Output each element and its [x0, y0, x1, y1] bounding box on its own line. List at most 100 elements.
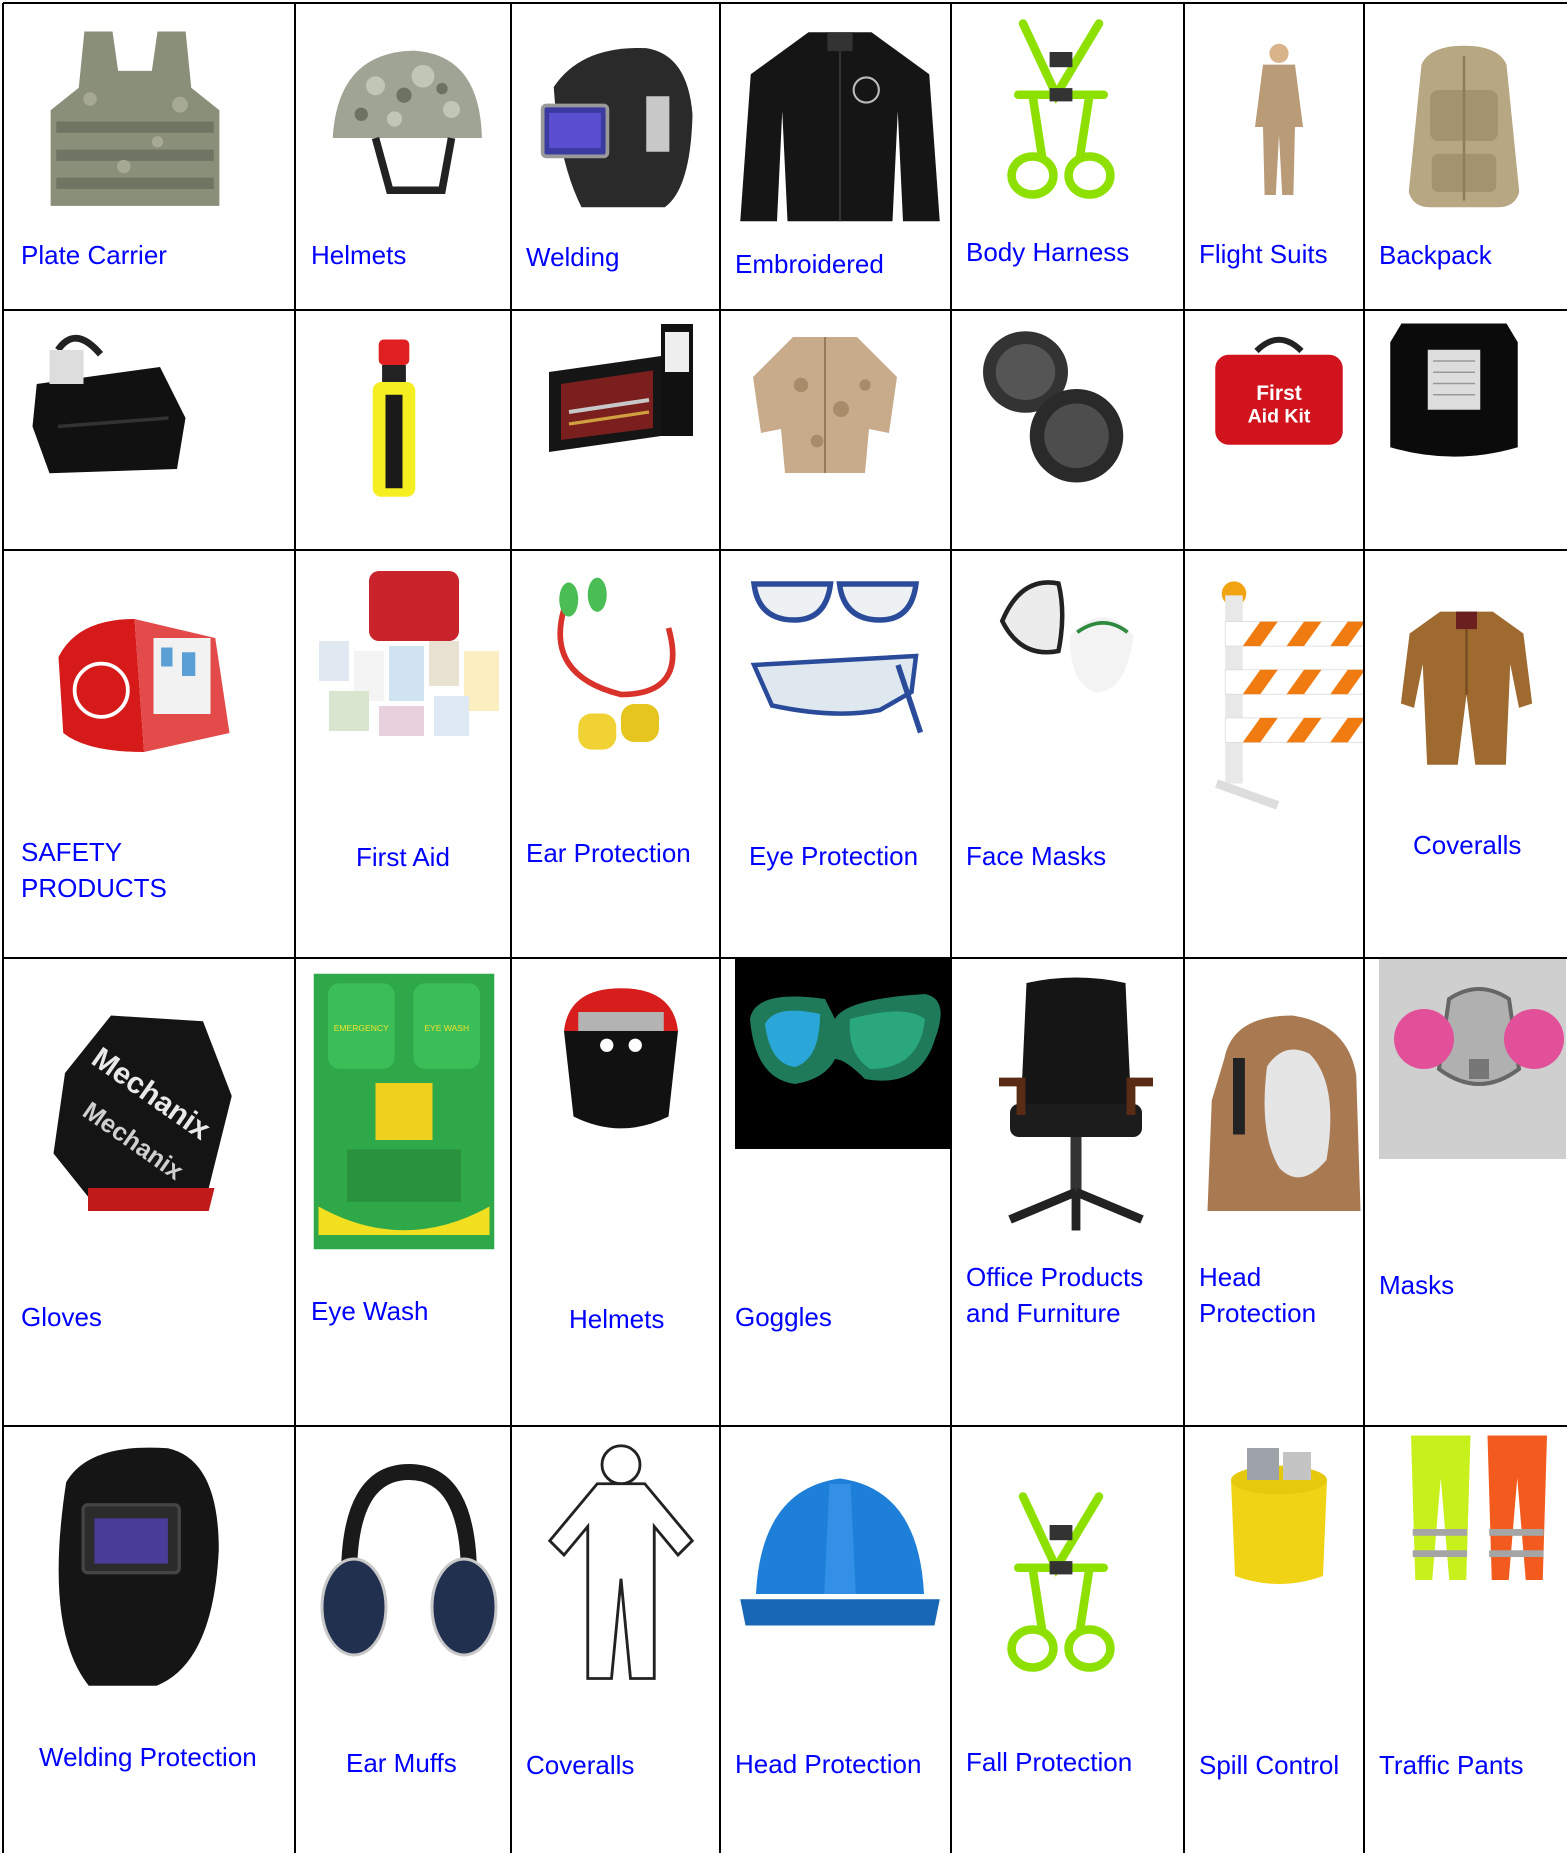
product-link[interactable]: Welding Protection	[39, 1739, 257, 1775]
knee-pads-icon[interactable]	[966, 316, 1136, 496]
armor-plate-icon[interactable]	[1379, 316, 1529, 466]
backpack-icon[interactable]	[1379, 9, 1549, 239]
product-link[interactable]: Uniforms	[735, 546, 839, 549]
product-link[interactable]: Coveralls	[1413, 827, 1521, 863]
emergency-bag-icon[interactable]	[19, 581, 269, 771]
product-tile[interactable]: Face Masks	[952, 551, 1183, 957]
product-link[interactable]: Head Protection	[735, 1746, 921, 1782]
product-tile[interactable]: First Aid KitFirst Aid Kit	[1185, 311, 1363, 549]
uniform-shirt-icon[interactable]	[735, 321, 915, 481]
product-link[interactable]: Knee Support	[966, 547, 1125, 549]
product-tile[interactable]: Fall Protection	[952, 1427, 1183, 1852]
product-tile[interactable]	[1185, 551, 1363, 957]
mirrored-goggles-icon[interactable]	[735, 959, 950, 1149]
first-aid-kit-icon[interactable]: First Aid Kit	[1199, 321, 1359, 471]
product-link[interactable]: Head Protection	[1199, 1259, 1339, 1331]
hi-vis-pants-icon[interactable]	[1379, 1427, 1566, 1597]
product-link[interactable]: Helmets	[569, 1301, 664, 1337]
ear-muffs-icon[interactable]	[309, 1432, 509, 1682]
product-tile[interactable]: Eye Protection	[721, 551, 950, 957]
product-link[interactable]: Eye Wash	[311, 1293, 429, 1329]
product-link[interactable]: Body Harness	[966, 234, 1129, 270]
product-tile[interactable]: Welding	[512, 4, 719, 309]
product-link[interactable]: Pepper Spray	[311, 544, 470, 549]
product-tile[interactable]: Backpack	[1365, 4, 1566, 309]
product-tile[interactable]: Gun Cleaning	[512, 311, 719, 549]
respirator-icon[interactable]	[1379, 959, 1566, 1159]
product-tile[interactable]: Knee Support	[952, 311, 1183, 549]
product-tile[interactable]: Embroidered	[721, 4, 950, 309]
product-tile[interactable]: Armor Plate	[1365, 311, 1566, 549]
insulated-coveralls-icon[interactable]	[1379, 561, 1554, 811]
product-tile[interactable]: Pepper Spray	[296, 311, 510, 549]
mechanix-gloves-icon[interactable]: Mechanix Mechanix	[19, 969, 249, 1269]
product-tile[interactable]: Gear Bags	[4, 311, 294, 549]
flight-suit-icon[interactable]	[1199, 9, 1359, 229]
product-link[interactable]: Spill Control	[1199, 1747, 1339, 1783]
body-harness-icon[interactable]	[966, 9, 1156, 209]
dust-mask-icon[interactable]	[966, 561, 1166, 711]
first-aid-supplies-icon[interactable]	[309, 561, 509, 761]
product-tile[interactable]: Helmets	[296, 4, 510, 309]
product-link[interactable]: Goggles	[735, 1299, 832, 1335]
product-link[interactable]: Embroidered	[735, 246, 884, 282]
product-link[interactable]: Face Masks	[966, 838, 1106, 874]
product-tile[interactable]: EMERGENCY EYE WASH Eye Wash	[296, 959, 510, 1425]
welding-helmet-icon[interactable]	[526, 9, 711, 239]
product-link[interactable]: Flight Suits	[1199, 236, 1328, 272]
product-tile[interactable]: Traffic Pants	[1365, 1427, 1566, 1852]
product-link[interactable]: SAFETY PRODUCTS	[21, 834, 211, 906]
product-tile[interactable]: Flight Suits	[1185, 4, 1363, 309]
product-link[interactable]: Ear Protection	[526, 835, 691, 871]
fire-helmet-icon[interactable]	[526, 969, 716, 1169]
product-link[interactable]: Traffic Pants	[1379, 1747, 1524, 1783]
product-link[interactable]: Masks	[1379, 1267, 1454, 1303]
product-link[interactable]: Helmets	[311, 237, 406, 273]
product-link[interactable]: Fall Protection	[966, 1744, 1132, 1780]
camo-helmet-icon[interactable]	[309, 14, 499, 224]
earplugs-icon[interactable]	[526, 561, 716, 771]
product-tile[interactable]: Office Products and Furniture	[952, 959, 1183, 1425]
product-tile[interactable]: Coveralls	[1365, 551, 1566, 957]
product-link[interactable]: Eye Protection	[749, 838, 918, 874]
product-tile[interactable]: SAFETY PRODUCTS	[4, 551, 294, 957]
office-chair-icon[interactable]	[966, 969, 1183, 1239]
product-tile[interactable]: Masks	[1365, 959, 1566, 1425]
product-tile[interactable]: Uniforms	[721, 311, 950, 549]
spill-kit-icon[interactable]	[1199, 1432, 1359, 1592]
product-tile[interactable]: Coveralls	[512, 1427, 719, 1852]
product-link[interactable]: Plate Carrier	[21, 237, 167, 273]
product-tile[interactable]: First Aid	[296, 551, 510, 957]
gun-cleaning-kit-icon[interactable]	[526, 316, 716, 476]
product-link[interactable]: Coveralls	[526, 1747, 634, 1783]
gear-bag-icon[interactable]	[19, 316, 199, 486]
product-tile[interactable]: Mechanix Mechanix Gloves	[4, 959, 294, 1425]
product-tile[interactable]: Spill Control	[1185, 1427, 1363, 1852]
product-tile[interactable]: Head Protection	[721, 1427, 950, 1852]
product-link[interactable]: First Aid	[356, 839, 450, 875]
product-tile[interactable]: Ear Protection	[512, 551, 719, 957]
plate-carrier-icon[interactable]	[19, 9, 251, 234]
safety-glasses-icon[interactable]	[735, 566, 935, 746]
eye-wash-station-icon[interactable]: EMERGENCY EYE WASH	[309, 964, 499, 1259]
product-link[interactable]: Office Products and Furniture	[966, 1259, 1166, 1331]
fall-harness-icon[interactable]	[966, 1467, 1156, 1697]
product-tile[interactable]: Ear Muffs	[296, 1427, 510, 1852]
product-tile[interactable]: Helmets	[512, 959, 719, 1425]
winter-hood-icon[interactable]	[1199, 989, 1363, 1229]
hard-hat-icon[interactable]	[735, 1437, 945, 1667]
fleece-jacket-icon[interactable]	[735, 14, 945, 229]
product-tile[interactable]: Plate Carrier	[4, 4, 294, 309]
product-tile[interactable]: Head Protection	[1185, 959, 1363, 1425]
product-tile[interactable]: Goggles	[721, 959, 950, 1425]
product-link[interactable]: Backpack	[1379, 237, 1492, 273]
product-link[interactable]: Ear Muffs	[346, 1745, 457, 1781]
pepper-spray-icon[interactable]	[309, 316, 479, 516]
welding-mask-icon[interactable]	[19, 1437, 249, 1697]
product-link[interactable]: Welding	[526, 239, 619, 275]
product-tile[interactable]: Welding Protection	[4, 1427, 294, 1852]
product-link[interactable]: Gun Cleaning	[526, 547, 685, 549]
product-tile[interactable]: Body Harness	[952, 4, 1183, 309]
traffic-barricade-icon[interactable]	[1199, 561, 1363, 831]
product-link[interactable]: Gloves	[21, 1299, 102, 1335]
